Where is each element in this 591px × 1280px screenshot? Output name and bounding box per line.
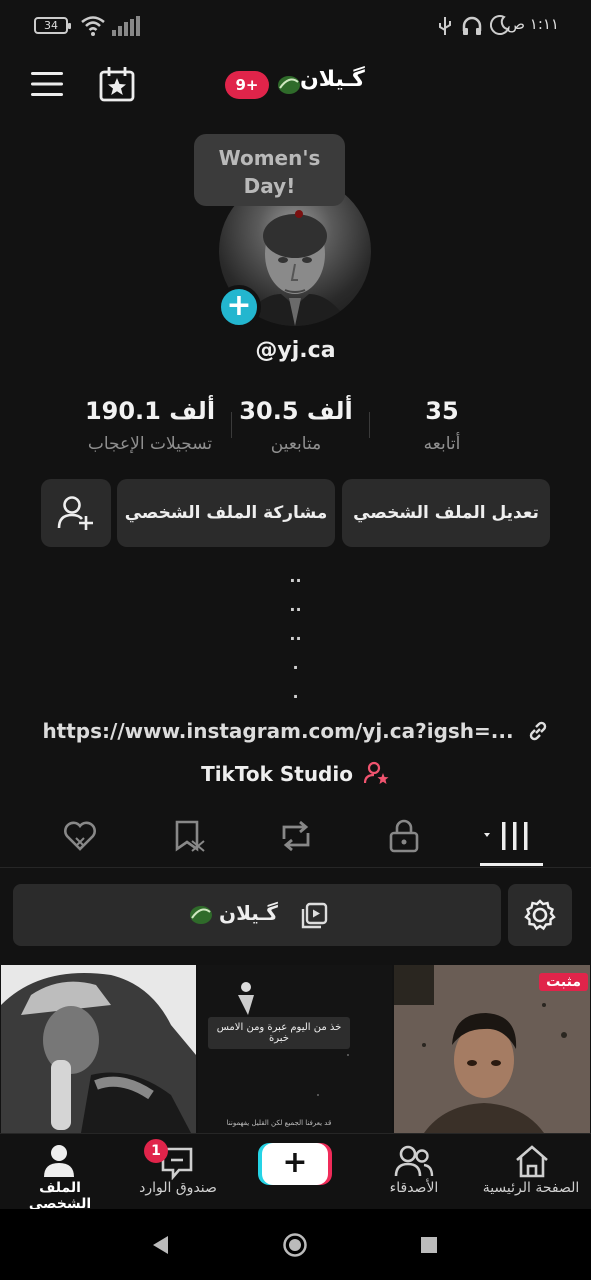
create-button[interactable]: + (262, 1143, 328, 1185)
settings-button[interactable] (508, 884, 572, 946)
video-subcaption: قد يعرفنا الجميع لكن القليل يفهموننا (226, 1119, 332, 1127)
likes-label: تسجيلات الإعجاب (87, 434, 213, 454)
profile-link[interactable]: https://www.instagram.com/yj.ca?igsh=... (0, 719, 591, 743)
bio-line: .. (289, 567, 302, 586)
bio-line: .. (289, 625, 302, 644)
edit-profile-button[interactable]: تعديل الملف الشخصي (342, 479, 550, 547)
profile-title[interactable]: گـيلان (300, 67, 365, 92)
video-image (1, 965, 196, 1133)
studio-icon (363, 761, 389, 784)
signal-icon (112, 16, 140, 36)
womens-day-tooltip[interactable]: Women's Day! (194, 134, 345, 206)
pinned-badge: مثبت (539, 973, 588, 991)
video-image (198, 965, 392, 1133)
system-nav-bar (0, 1209, 591, 1280)
video-thumbnail[interactable]: خذ من اليوم عبرة ومن الامس خبرة قد يعرفن… (198, 965, 392, 1133)
leaf-icon (278, 76, 300, 94)
nav-friends[interactable]: الأصدقاء (368, 1180, 460, 1196)
wifi-icon (81, 16, 105, 36)
add-friend-icon (57, 496, 93, 530)
bottom-nav: الملف الشخصي 1 صندوق الوارد + الأصدقاء ا… (0, 1133, 591, 1212)
likes-count[interactable]: 190.1 ألف (82, 397, 218, 425)
active-tab-indicator (480, 863, 543, 866)
inbox-badge: 1 (144, 1139, 168, 1163)
bio-line: .. (289, 596, 302, 615)
status-bar: 34 ١:١١ ص (0, 0, 591, 52)
link-icon (529, 721, 546, 741)
headphones-icon (462, 16, 482, 35)
back-icon[interactable] (150, 1234, 170, 1256)
clock: ١:١١ ص (506, 15, 559, 33)
playlist-title: گـيلان (219, 901, 278, 925)
add-story-button[interactable]: + (217, 285, 261, 329)
stat-divider (369, 412, 370, 438)
notification-badge[interactable]: 9+ (225, 71, 269, 99)
tab-private[interactable] (388, 819, 420, 853)
tab-videos[interactable] (482, 820, 530, 852)
bio-line: . (292, 654, 299, 673)
nav-profile[interactable]: الملف الشخصي (8, 1180, 112, 1212)
calendar-star-icon[interactable] (99, 66, 135, 102)
following-count[interactable]: 35 (402, 397, 482, 425)
add-friend-button[interactable] (41, 479, 111, 547)
video-thumbnail[interactable] (1, 965, 196, 1133)
profile-link-text[interactable]: https://www.instagram.com/yj.ca?igsh=... (42, 719, 513, 743)
followers-count[interactable]: 30.5 ألف (232, 397, 360, 425)
gear-icon (524, 899, 556, 931)
video-caption: خذ من اليوم عبرة ومن الامس خبرة (208, 1017, 350, 1049)
video-thumbnail[interactable]: مثبت (394, 965, 590, 1133)
nav-home[interactable]: الصفحة الرئيسية (472, 1180, 590, 1196)
playlist-icon (301, 902, 328, 929)
profile-handle: @yj.ca (255, 338, 336, 363)
following-label: أتابعه (423, 434, 461, 454)
playlist-card[interactable]: گـيلان (13, 884, 501, 946)
friends-icon[interactable] (394, 1144, 434, 1178)
recents-icon[interactable] (420, 1236, 438, 1254)
tiktok-studio-link[interactable]: TikTok Studio (0, 761, 591, 786)
home-system-icon[interactable] (282, 1232, 308, 1258)
followers-label: متابعين (270, 434, 322, 454)
nav-inbox[interactable]: صندوق الوارد (126, 1180, 230, 1196)
home-icon[interactable] (514, 1143, 550, 1179)
share-profile-button[interactable]: مشاركة الملف الشخصي (117, 479, 335, 547)
battery-indicator: 34 (34, 17, 71, 34)
profile-icon[interactable] (43, 1144, 75, 1178)
leaf-icon (190, 906, 212, 924)
menu-icon[interactable] (31, 70, 63, 98)
studio-label[interactable]: TikTok Studio (201, 762, 353, 786)
tab-reposts[interactable] (278, 819, 314, 853)
tab-liked[interactable] (62, 820, 98, 852)
bio-line: . (292, 683, 299, 702)
usb-icon (439, 17, 451, 35)
tab-favorites[interactable] (172, 819, 208, 853)
